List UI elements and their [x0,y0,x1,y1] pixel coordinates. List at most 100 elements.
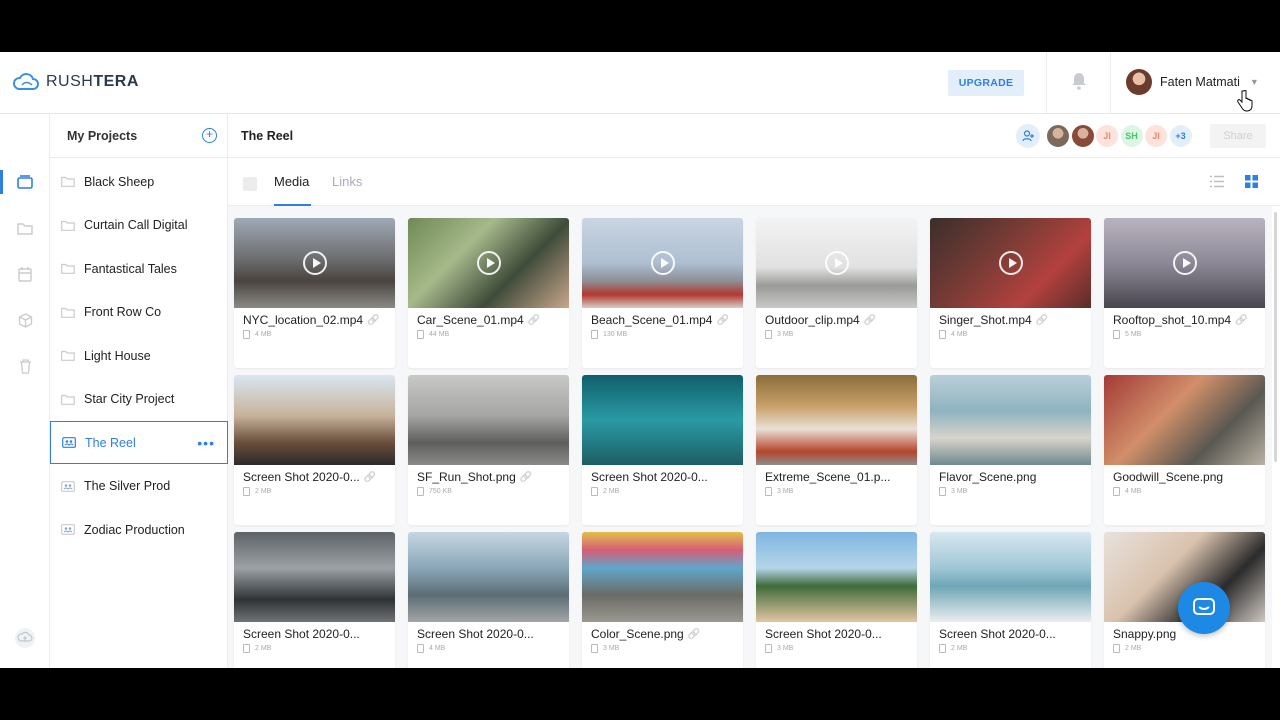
media-thumbnail[interactable] [930,375,1091,465]
media-card[interactable]: Color_Scene.png 🔗 3 MB [582,532,743,668]
add-member-icon[interactable] [1016,124,1040,148]
member-avatar[interactable]: SH [1119,124,1144,148]
media-card[interactable]: Car_Scene_01.mp4 🔗 44 MB [408,218,569,368]
media-card[interactable]: Rooftop_shot_10.mp4 🔗 5 MB [1104,218,1265,368]
projects-icon [17,175,33,189]
play-icon[interactable] [651,251,675,275]
media-thumbnail[interactable] [1104,375,1265,465]
media-card[interactable]: Screen Shot 2020-0... 4 MB [408,532,569,668]
projects-title: My Projects [67,128,138,143]
link-icon[interactable]: 🔗 [716,315,728,326]
rail-upload[interactable] [0,618,50,658]
rail-trash[interactable] [0,346,50,386]
play-icon[interactable] [303,251,327,275]
media-name: Goodwill_Scene.png [1113,470,1224,484]
cloud-upload-icon [15,628,35,648]
link-icon[interactable]: 🔗 [528,315,540,326]
media-thumbnail[interactable] [756,532,917,622]
chat-button[interactable] [1178,582,1230,634]
media-thumbnail[interactable] [930,218,1091,308]
link-icon[interactable]: 🔗 [864,315,876,326]
logo[interactable]: RUSHTERA [12,73,139,91]
media-card[interactable]: NYC_location_02.mp4 🔗 4 MB [234,218,395,368]
project-item[interactable]: The Silver Prod [50,465,228,508]
avatar[interactable] [1070,124,1095,148]
grid-view-icon[interactable] [1245,175,1258,193]
project-label: The Reel [85,435,136,450]
link-icon[interactable]: 🔗 [364,472,376,483]
media-card[interactable]: Goodwill_Scene.png 4 MB [1104,375,1265,525]
media-card[interactable]: Outdoor_clip.mp4 🔗 3 MB [756,218,917,368]
media-name: Rooftop_shot_10.mp4 [1113,313,1232,327]
rail-folders[interactable] [0,208,50,248]
media-meta: 3 MB [765,487,793,496]
media-thumbnail[interactable] [234,218,395,308]
cloud-logo-icon [13,73,39,90]
project-item[interactable]: Curtain Call Digital [50,204,228,247]
shared-folder-icon [61,524,75,535]
project-item[interactable]: The Reel ••• [50,421,228,464]
media-card[interactable]: Extreme_Scene_01.p... 3 MB [756,375,917,525]
share-button[interactable]: Share [1210,124,1266,148]
folder-icon [61,220,75,231]
link-icon[interactable]: 🔗 [1036,315,1048,326]
media-thumbnail[interactable] [582,375,743,465]
media-card[interactable]: Beach_Scene_01.mp4 🔗 130 MB [582,218,743,368]
app-window: RUSHTERA UPGRADE Faten Matmati ▼ My Proj… [0,52,1280,668]
media-thumbnail[interactable] [408,375,569,465]
link-icon[interactable]: 🔗 [520,472,532,483]
select-all-checkbox[interactable] [243,177,257,191]
rail-calendar[interactable] [0,254,50,294]
media-thumbnail[interactable] [756,218,917,308]
media-card[interactable]: SF_Run_Shot.png 🔗 750 KB [408,375,569,525]
play-icon[interactable] [825,251,849,275]
avatar[interactable] [1046,124,1070,148]
link-icon[interactable]: 🔗 [367,315,379,326]
media-card[interactable]: Flavor_Scene.png 3 MB [930,375,1091,525]
media-thumbnail[interactable] [756,375,917,465]
media-thumbnail[interactable] [582,532,743,622]
rail-projects[interactable] [0,162,50,202]
member-avatar[interactable]: +3 [1168,124,1193,148]
scrollbar-thumb[interactable] [1274,212,1277,462]
media-thumbnail[interactable] [408,532,569,622]
scrollbar[interactable] [1272,206,1280,668]
play-icon[interactable] [477,251,501,275]
more-options-icon[interactable]: ••• [197,435,215,451]
media-card[interactable]: Screen Shot 2020-0... 🔗 2 MB [234,375,395,525]
bell-icon[interactable] [1071,72,1087,95]
member-avatar[interactable]: JI [1095,124,1119,148]
project-item[interactable]: Black Sheep [50,160,228,203]
media-thumbnail[interactable] [930,532,1091,622]
media-thumbnail[interactable] [234,375,395,465]
media-thumbnail[interactable] [582,218,743,308]
media-thumbnail[interactable] [1104,218,1265,308]
media-thumbnail[interactable] [234,532,395,622]
project-item[interactable]: Star City Project [50,378,228,421]
media-card[interactable]: Screen Shot 2020-0... 3 MB [756,532,917,668]
play-icon[interactable] [1173,251,1197,275]
project-item[interactable]: Fantastical Tales [50,247,228,290]
play-icon[interactable] [999,251,1023,275]
media-thumbnail[interactable] [408,218,569,308]
media-card[interactable]: Singer_Shot.mp4 🔗 4 MB [930,218,1091,368]
rail-assets[interactable] [0,300,50,340]
tab-media[interactable]: Media [274,174,309,189]
project-item[interactable]: Front Row Co [50,291,228,334]
project-item[interactable]: Zodiac Production [50,508,228,551]
project-item[interactable]: Light House [50,334,228,377]
media-name-row: Screen Shot 2020-0... [591,470,708,484]
media-card[interactable]: Screen Shot 2020-0... 2 MB [234,532,395,668]
media-name: Snappy.png [1113,627,1177,641]
media-card[interactable]: Screen Shot 2020-0... 2 MB [582,375,743,525]
add-project-icon[interactable]: + [202,128,217,143]
upgrade-button[interactable]: UPGRADE [948,70,1024,96]
link-icon[interactable]: 🔗 [1235,315,1247,326]
tab-links[interactable]: Links [332,174,362,189]
link-icon[interactable]: 🔗 [688,629,700,640]
member-avatar[interactable]: JI [1144,124,1168,148]
media-meta: 2 MB [939,644,967,653]
media-card[interactable]: Screen Shot 2020-0... 2 MB [930,532,1091,668]
media-meta: 4 MB [939,330,967,339]
list-view-icon[interactable] [1209,175,1225,193]
